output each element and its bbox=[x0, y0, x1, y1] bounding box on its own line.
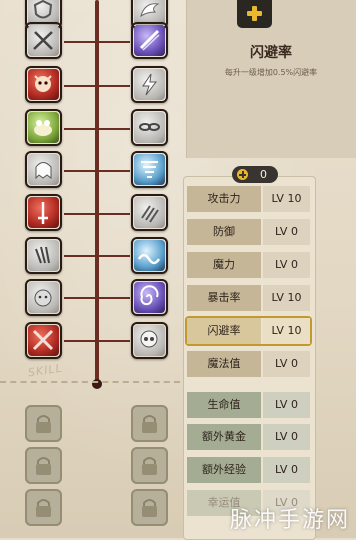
skill-left-5[interactable] bbox=[25, 151, 62, 188]
locked-slot[interactable] bbox=[131, 405, 168, 442]
chains-icon bbox=[139, 123, 160, 131]
attribute-name: 暴击率 bbox=[187, 285, 261, 311]
skill-tree-trunk bbox=[95, 0, 99, 385]
skill-left-8[interactable] bbox=[25, 279, 62, 316]
lock-icon bbox=[142, 457, 157, 475]
attribute-row[interactable]: 额外经验 LV 0 bbox=[187, 457, 310, 483]
locked-slot[interactable] bbox=[25, 405, 62, 442]
branch-right-1 bbox=[97, 41, 130, 43]
points-value: 0 bbox=[260, 168, 267, 181]
cross-swords-icon bbox=[32, 329, 54, 351]
lock-icon bbox=[142, 499, 157, 517]
skill-right-7[interactable] bbox=[131, 237, 168, 274]
slash-icon bbox=[139, 29, 160, 51]
branch-left-4 bbox=[64, 170, 97, 172]
plus-icon bbox=[247, 6, 262, 21]
plus-coin-icon bbox=[237, 169, 248, 180]
vortex-icon bbox=[140, 285, 159, 306]
branch-right-3 bbox=[97, 128, 130, 130]
branch-right-5 bbox=[97, 213, 130, 215]
branch-right-7 bbox=[97, 297, 130, 299]
skill-left-3[interactable] bbox=[25, 66, 62, 103]
attribute-row[interactable]: 魔力 LV 0 bbox=[187, 252, 310, 278]
attribute-level: LV 10 bbox=[263, 186, 310, 212]
skill-left-4[interactable] bbox=[25, 109, 62, 146]
locked-slot[interactable] bbox=[25, 447, 62, 484]
branch-left-8 bbox=[64, 340, 97, 342]
branch-right-6 bbox=[97, 255, 130, 257]
branch-right-8 bbox=[97, 340, 130, 342]
demon-icon bbox=[34, 75, 52, 92]
attribute-level: LV 0 bbox=[263, 392, 310, 418]
skill-left-9[interactable] bbox=[25, 322, 62, 359]
attribute-row[interactable]: 生命值 LV 0 bbox=[187, 392, 310, 418]
frog-icon bbox=[34, 120, 52, 136]
attribute-name: 魔法值 bbox=[187, 351, 261, 377]
attribute-name: 攻击力 bbox=[187, 186, 261, 212]
lock-icon bbox=[36, 457, 51, 475]
claw-mark-icon bbox=[141, 205, 159, 223]
tornado-icon bbox=[141, 161, 158, 178]
branch-left-1 bbox=[64, 41, 97, 43]
wave-icon bbox=[137, 253, 161, 265]
attribute-level: LV 0 bbox=[263, 457, 310, 483]
lock-icon bbox=[142, 415, 157, 433]
points-counter: 0 bbox=[232, 166, 278, 183]
skill-right-4[interactable] bbox=[131, 109, 168, 146]
swords-icon bbox=[33, 31, 53, 50]
branch-left-5 bbox=[64, 213, 97, 215]
attribute-row[interactable]: 魔法值 LV 0 bbox=[187, 351, 310, 377]
attribute-row[interactable]: 防御 LV 0 bbox=[187, 219, 310, 245]
skill-right-3[interactable] bbox=[131, 66, 168, 103]
ghost-icon bbox=[35, 162, 52, 180]
attribute-row[interactable]: 攻击力 LV 10 bbox=[187, 186, 310, 212]
attribute-name: 额外经验 bbox=[187, 457, 261, 483]
attribute-level: LV 10 bbox=[263, 318, 310, 344]
locked-slot[interactable] bbox=[131, 447, 168, 484]
attribute-name: 魔力 bbox=[187, 252, 261, 278]
attribute-name: 额外黄金 bbox=[187, 424, 261, 450]
attribute-name: 防御 bbox=[187, 219, 261, 245]
bolt-icon bbox=[142, 73, 158, 96]
attribute-row[interactable]: 暴击率 LV 10 bbox=[187, 285, 310, 311]
attribute-name: 闪避率 bbox=[187, 318, 261, 344]
skill-right-6[interactable] bbox=[131, 194, 168, 231]
attribute-level: LV 0 bbox=[263, 351, 310, 377]
attribute-level: LV 0 bbox=[263, 252, 310, 278]
attribute-row[interactable]: 额外黄金 LV 0 bbox=[187, 424, 310, 450]
claw-icon bbox=[35, 246, 50, 264]
stat-description: 每升一级增加0.5%闪避率 bbox=[224, 68, 318, 77]
branch-left-2 bbox=[64, 85, 97, 87]
attribute-name: 生命值 bbox=[187, 392, 261, 418]
attribute-row-selected[interactable]: 闪避率 LV 10 bbox=[187, 318, 310, 344]
lock-icon bbox=[36, 499, 51, 517]
attribute-level: LV 0 bbox=[263, 219, 310, 245]
upgrade-button[interactable] bbox=[237, 0, 272, 28]
branch-left-7 bbox=[64, 297, 97, 299]
skill-right-9[interactable] bbox=[131, 322, 168, 359]
skill-right-5[interactable] bbox=[131, 151, 168, 188]
skill-left-6[interactable] bbox=[25, 194, 62, 231]
skill-right-2[interactable] bbox=[131, 22, 168, 59]
lock-icon bbox=[36, 415, 51, 433]
branch-left-6 bbox=[64, 255, 97, 257]
attribute-level: LV 10 bbox=[263, 285, 310, 311]
branch-left-3 bbox=[64, 128, 97, 130]
attribute-level: LV 0 bbox=[263, 424, 310, 450]
beast-icon bbox=[34, 289, 52, 307]
skill-left-2[interactable] bbox=[25, 22, 62, 59]
sword-icon bbox=[38, 202, 48, 224]
locked-slot[interactable] bbox=[131, 489, 168, 526]
stat-title: 闪避率 bbox=[250, 45, 292, 61]
branch-right-2 bbox=[97, 85, 130, 87]
watermark: 脉冲手游网 bbox=[229, 508, 350, 533]
locked-slot[interactable] bbox=[25, 489, 62, 526]
skill-right-8[interactable] bbox=[131, 279, 168, 316]
branch-right-4 bbox=[97, 170, 130, 172]
skull-icon bbox=[140, 330, 158, 348]
tier-divider bbox=[0, 381, 180, 383]
skill-left-7[interactable] bbox=[25, 237, 62, 274]
